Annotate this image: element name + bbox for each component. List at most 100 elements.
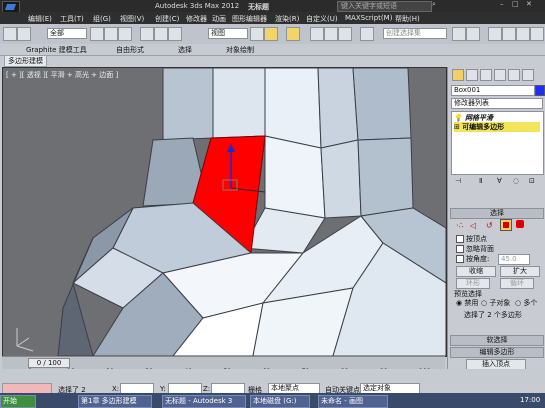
perspective-viewport[interactable]: [2, 67, 447, 357]
reference-coord-dropdown[interactable]: 视图: [208, 28, 248, 39]
main-toolbar: 全部 视图 创建选择集: [0, 24, 545, 45]
menu-modifiers[interactable]: 修改器: [186, 14, 207, 24]
tab-freeform[interactable]: 自由形式: [116, 45, 144, 55]
layer-manager-icon[interactable]: [488, 27, 502, 41]
viewport-label[interactable]: [ + ][ 透视 ][ 平滑 + 高光 + 边面 ]: [6, 70, 118, 80]
preview-subobject-radio[interactable]: ○ 子对象: [481, 298, 510, 308]
loop-button[interactable]: 循环: [500, 278, 534, 289]
menu-customize[interactable]: 自定义(U): [306, 14, 338, 24]
menu-views[interactable]: 视图(V): [120, 14, 144, 24]
select-object-icon[interactable]: [90, 27, 104, 41]
polygon-subobject-icon[interactable]: [500, 219, 512, 231]
menu-maxscript[interactable]: MAXScript(M): [345, 14, 392, 22]
ignore-backfacing-checkbox[interactable]: [456, 245, 464, 253]
display-tab-icon[interactable]: [508, 69, 520, 81]
menu-rendering[interactable]: 渲染(R): [275, 14, 299, 24]
render-icon[interactable]: [530, 27, 544, 41]
menu-create[interactable]: 创建(C): [155, 14, 179, 24]
tab-selection[interactable]: 选择: [178, 45, 192, 55]
tab-object-paint[interactable]: 对象绘制: [226, 45, 254, 55]
menu-animation[interactable]: 动画: [212, 14, 226, 24]
snap-toggle-icon[interactable]: [286, 27, 300, 41]
tab-polygon-modeling[interactable]: 多边形建模: [4, 55, 47, 67]
object-color-swatch[interactable]: [535, 85, 545, 96]
menu-group[interactable]: 组(G): [93, 14, 111, 24]
menu-graph-editors[interactable]: 图形编辑器: [232, 14, 267, 24]
rotate-icon[interactable]: [154, 27, 168, 41]
taskbar-item-3dsmax[interactable]: 无标题 - Autodesk 3: [162, 395, 246, 408]
by-angle-label: 按角度:: [466, 255, 490, 263]
select-manipulate-icon[interactable]: [264, 27, 278, 41]
selection-info-text: 选择了 2 个多边形: [464, 311, 522, 319]
rect-selection-icon[interactable]: [118, 27, 132, 41]
redo-icon[interactable]: [17, 27, 31, 41]
percent-snap-icon[interactable]: [324, 27, 338, 41]
selection-filter-dropdown[interactable]: 全部: [47, 28, 87, 39]
start-button[interactable]: 开始: [0, 395, 36, 408]
create-tab-icon[interactable]: [452, 69, 464, 81]
stack-item-editable-poly[interactable]: ⊞ 可编辑多边形: [454, 122, 540, 132]
angle-snap-icon[interactable]: [310, 27, 324, 41]
show-end-result-icon[interactable]: Ⅱ: [479, 177, 482, 185]
curve-editor-icon[interactable]: [502, 27, 516, 41]
preview-multi-radio[interactable]: ○ 多个: [515, 298, 537, 308]
clock: 17:00: [520, 396, 541, 404]
taskbar-item-chapter[interactable]: 第1章 多边形建模: [78, 395, 152, 408]
windows-taskbar: 开始 第1章 多边形建模 无标题 - Autodesk 3 本地磁盘 (G:) …: [0, 393, 545, 408]
stack-toolbar: ⊣ Ⅱ ∀ ◌ ⊡: [451, 177, 542, 189]
border-subobject-icon[interactable]: ↺: [486, 221, 493, 230]
title-bar: Autodesk 3ds Max 2012 无标题 键入关键字或短语 ⌕ – □…: [0, 0, 545, 13]
close-button[interactable]: ✕: [526, 0, 532, 8]
taskbar-item-disk[interactable]: 本地磁盘 (G:): [250, 395, 310, 408]
mirror-icon[interactable]: [452, 27, 466, 41]
by-vertex-checkbox[interactable]: [456, 235, 464, 243]
utilities-tab-icon[interactable]: [522, 69, 534, 81]
grow-button[interactable]: 扩大: [500, 266, 540, 277]
menu-tools[interactable]: 工具(T): [60, 14, 84, 24]
menu-help[interactable]: 帮助(H): [395, 14, 420, 24]
make-unique-icon[interactable]: ∀: [497, 177, 502, 185]
search-icon[interactable]: ⌕: [432, 0, 436, 9]
undo-icon[interactable]: [3, 27, 17, 41]
modifier-list-dropdown[interactable]: 修改器列表: [451, 98, 543, 109]
material-editor-icon[interactable]: [516, 27, 530, 41]
taskbar-item-paint[interactable]: 未命名 - 画图: [318, 395, 388, 408]
edge-subobject-icon[interactable]: ◁: [470, 221, 476, 230]
scale-icon[interactable]: [168, 27, 182, 41]
selection-rollout-header[interactable]: 选择: [450, 208, 544, 219]
element-subobject-icon[interactable]: [516, 220, 524, 228]
configure-sets-icon[interactable]: ⊡: [529, 177, 535, 185]
menu-bar: 编辑(E) 工具(T) 组(G) 视图(V) 创建(C) 修改器 动画 图形编辑…: [0, 12, 545, 24]
object-name-field[interactable]: Box001: [451, 85, 535, 96]
modifier-stack: 💡 网格平滑 ⊞ 可编辑多边形: [451, 111, 544, 175]
pin-stack-icon[interactable]: ⊣: [455, 177, 461, 185]
motion-tab-icon[interactable]: [494, 69, 506, 81]
shrink-button[interactable]: 收缩: [456, 266, 496, 277]
soft-selection-rollout-header[interactable]: 软选择: [450, 335, 544, 346]
maximize-button[interactable]: □: [512, 0, 519, 8]
select-by-name-icon[interactable]: [104, 27, 118, 41]
menu-edit[interactable]: 编辑(E): [28, 14, 52, 24]
minimize-button[interactable]: –: [500, 0, 504, 8]
angle-value-field[interactable]: 45.0: [498, 254, 530, 265]
vertex-subobject-icon[interactable]: ·∴: [456, 221, 464, 230]
tab-graphite[interactable]: Graphite 建模工具: [26, 45, 87, 55]
move-icon[interactable]: [140, 27, 154, 41]
named-selection-sets-field[interactable]: 创建选择集: [383, 28, 447, 39]
edit-polygons-rollout-header[interactable]: 编辑多边形: [450, 347, 544, 358]
pivot-center-icon[interactable]: [250, 27, 264, 41]
ring-button[interactable]: 环形: [456, 278, 490, 289]
hierarchy-tab-icon[interactable]: [480, 69, 492, 81]
modify-tab-icon[interactable]: [466, 69, 478, 81]
by-angle-checkbox[interactable]: [456, 255, 464, 263]
remove-modifier-icon[interactable]: ◌: [513, 177, 519, 185]
app-title: Autodesk 3ds Max 2012: [155, 2, 240, 10]
time-slider-thumb[interactable]: 0 / 100: [28, 358, 70, 368]
spinner-snap-icon[interactable]: [338, 27, 352, 41]
y-label: Y:: [160, 385, 166, 393]
ignore-backfacing-label: 忽略背面: [466, 245, 494, 253]
align-icon[interactable]: [466, 27, 480, 41]
search-input[interactable]: 键入关键字或短语: [337, 1, 432, 12]
preview-disabled-radio[interactable]: ◉ 禁用: [456, 298, 478, 308]
edit-named-sets-icon[interactable]: [360, 27, 374, 41]
